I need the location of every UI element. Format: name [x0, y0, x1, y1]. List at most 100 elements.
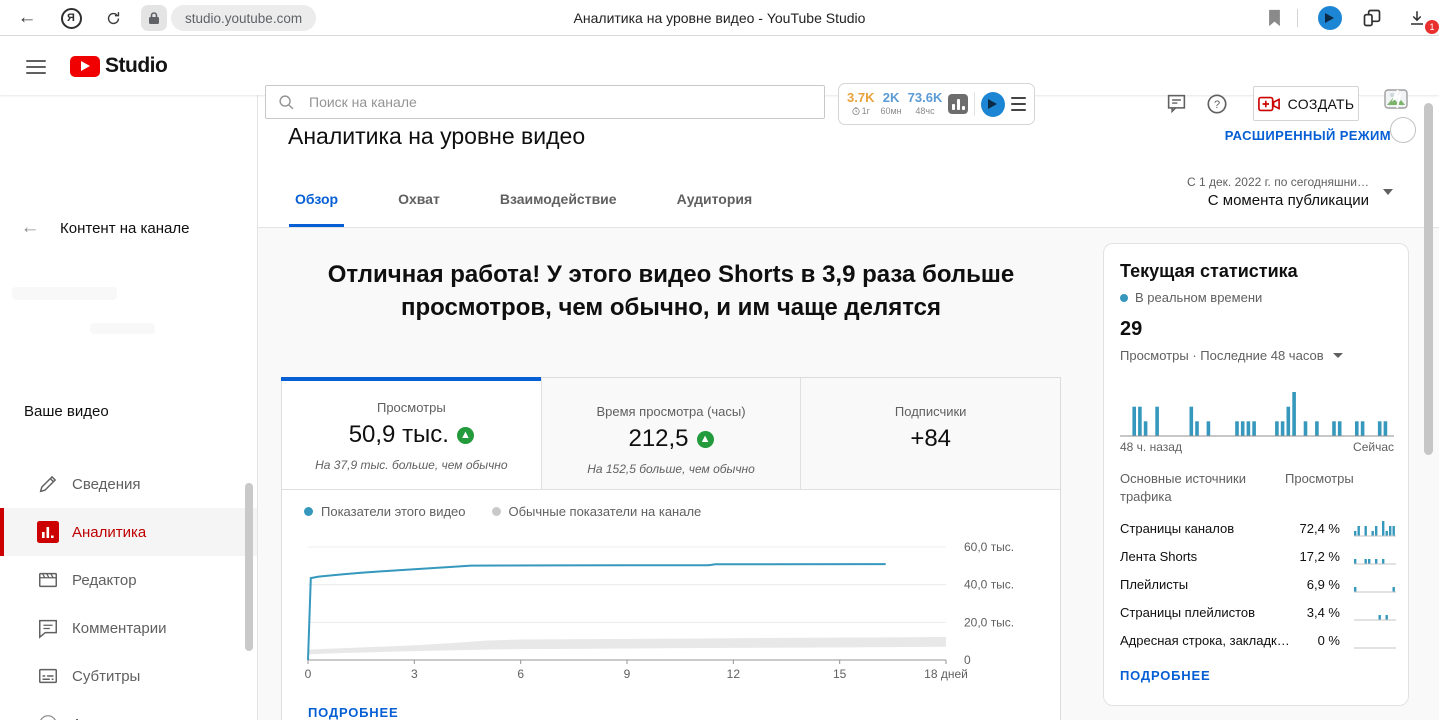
page-title: Аналитика на уровне видео: [288, 123, 585, 150]
back-arrow-icon[interactable]: ←: [0, 217, 60, 239]
see-more-link[interactable]: ПОДРОБНЕЕ: [308, 705, 398, 720]
traffic-header-left: Основные источники трафика: [1120, 470, 1285, 505]
help-button[interactable]: ?: [1206, 93, 1228, 120]
metric-value: 50,9 тыс.: [349, 421, 449, 449]
traffic-source-sparkline: [1354, 573, 1396, 595]
tab-0[interactable]: Обзор: [289, 185, 344, 227]
traffic-source-row-1[interactable]: Лента Shorts17,2 %: [1120, 542, 1396, 570]
yandex-browser-icon[interactable]: Я: [56, 0, 86, 36]
sidebar-back-row[interactable]: ← Контент на канале: [0, 213, 258, 243]
browser-toolbar: ← Я studio.youtube.com Аналитика на уров…: [0, 0, 1439, 36]
your-video-label: Ваше видео: [24, 403, 109, 420]
traffic-source-row-3[interactable]: Страницы плейлистов3,4 %: [1120, 598, 1396, 626]
stats-extension-widget[interactable]: 3.7K 1г 2K 60мн 73.6K 48чс: [838, 83, 1035, 125]
tabs-panel-button[interactable]: [1358, 0, 1386, 36]
browser-back-button[interactable]: ←: [12, 0, 42, 36]
sidebar-item-3[interactable]: Комментарии: [0, 604, 258, 652]
svg-text:0: 0: [964, 653, 971, 667]
sidebar-item-label: Сведения: [72, 476, 258, 493]
feedback-button[interactable]: [1166, 93, 1187, 119]
traffic-source-value: 17,2 %: [1288, 549, 1340, 564]
realtime-see-more-link[interactable]: ПОДРОБНЕЕ: [1120, 668, 1210, 683]
search-input[interactable]: [309, 94, 812, 110]
bookmark-button[interactable]: [1262, 0, 1286, 36]
up-arrow-icon: ▲: [457, 427, 474, 444]
metric-label: Подписчики: [895, 404, 967, 419]
sidebar-menu: Сведения Аналитика РедакторКомментарииСубт…: [0, 460, 258, 720]
svg-text:18 дней: 18 дней: [924, 667, 968, 681]
traffic-source-label: Страницы каналов: [1120, 521, 1288, 536]
ext-views-stat: 3.7K 1г: [847, 91, 874, 116]
traffic-source-label: Лента Shorts: [1120, 549, 1288, 564]
traffic-header-right: Просмотры: [1285, 470, 1354, 505]
realtime-views-value: 29: [1120, 318, 1142, 341]
ext-analytics-icon: [948, 94, 967, 114]
svg-text:3: 3: [411, 667, 418, 681]
tab-3[interactable]: Аудитория: [671, 185, 759, 227]
downloads-button[interactable]: 1: [1402, 0, 1432, 36]
metric-value: +84: [910, 425, 951, 453]
browser-profile-avatar[interactable]: [1316, 0, 1344, 36]
clapper-icon: [36, 568, 60, 592]
youtube-logo-icon: [70, 56, 100, 77]
profile-avatar-broken[interactable]: [1383, 86, 1409, 117]
sidebar-item-2[interactable]: Редактор: [0, 556, 258, 604]
date-range-sub: С 1 дек. 2022 г. по сегодняшни…: [1187, 175, 1369, 189]
toolbar-divider: [1297, 9, 1298, 27]
realtime-bar-chart[interactable]: [1120, 386, 1394, 442]
ext-mid-sub: 60мн: [880, 106, 901, 116]
traffic-source-row-0[interactable]: Страницы каналов72,4 %: [1120, 514, 1396, 542]
traffic-source-label: Плейлисты: [1120, 577, 1288, 592]
svg-text:12: 12: [727, 667, 741, 681]
insight-headline: Отличная работа! У этого видео Shorts в …: [281, 258, 1061, 324]
metric-delta: На 37,9 тыс. больше, чем обычно: [315, 458, 507, 472]
sidebar-item-0[interactable]: Сведения: [0, 460, 258, 508]
ext-menu-icon[interactable]: [1011, 97, 1026, 111]
chart-legend: Показатели этого видеоОбычные показатели…: [304, 504, 701, 519]
create-button[interactable]: СОЗДАТЬ: [1253, 86, 1359, 121]
sidebar-scrollbar[interactable]: [245, 483, 253, 651]
realtime-caption-text: Просмотры · Последние 48 часов: [1120, 348, 1324, 363]
traffic-source-sparkline: [1354, 545, 1396, 567]
advanced-mode-link[interactable]: РАСШИРЕННЫЙ РЕЖИМ: [1225, 128, 1391, 143]
tab-1[interactable]: Охват: [392, 185, 446, 227]
metric-strip: Просмотры50,9 тыс.▲На 37,9 тыс. больше, …: [282, 378, 1060, 490]
realtime-views-caption[interactable]: Просмотры · Последние 48 часов: [1120, 348, 1343, 363]
profile-ring: [1390, 117, 1416, 143]
subtitles-icon: [36, 664, 60, 688]
menu-button[interactable]: [26, 60, 46, 74]
svg-text:0: 0: [305, 667, 312, 681]
sidebar-item-label: Аналитика: [72, 524, 258, 541]
traffic-source-row-2[interactable]: Плейлисты6,9 %: [1120, 570, 1396, 598]
site-security-lock[interactable]: [141, 5, 167, 31]
views-line-chart[interactable]: 020,0 тыс.40,0 тыс.60,0 тыс.0369121518 д…: [301, 539, 1041, 697]
address-bar[interactable]: studio.youtube.com: [171, 5, 316, 31]
youtube-studio-window: ← Я studio.youtube.com Аналитика на уров…: [0, 0, 1439, 720]
realtime-axis-labels: 48 ч. назад Сейчас: [1120, 440, 1394, 454]
traffic-source-sparkline: [1354, 629, 1396, 651]
traffic-source-value: 0 %: [1288, 633, 1340, 648]
page-scrollbar[interactable]: [1424, 103, 1433, 455]
create-video-icon: [1258, 96, 1280, 112]
metric-cell-2[interactable]: Подписчики +84: [801, 378, 1060, 489]
date-range-picker[interactable]: С 1 дек. 2022 г. по сегодняшни… С момент…: [1187, 175, 1393, 209]
overview-card: Просмотры50,9 тыс.▲На 37,9 тыс. больше, …: [281, 377, 1061, 720]
studio-logo[interactable]: Studio: [70, 54, 167, 78]
ext-watch-sub: 48чс: [915, 106, 934, 116]
traffic-source-row-4[interactable]: Адресная строка, закладк…0 %: [1120, 626, 1396, 654]
legend-item-1: Обычные показатели на канале: [492, 504, 702, 519]
sidebar-item-1[interactable]: Аналитика: [0, 508, 258, 556]
browser-refresh-button[interactable]: [98, 0, 128, 36]
channel-search[interactable]: [265, 85, 825, 119]
metric-cell-0[interactable]: Просмотры50,9 тыс.▲На 37,9 тыс. больше, …: [282, 378, 542, 489]
ext-watch-stat: 73.6K 48чс: [908, 91, 943, 116]
studio-logo-text: Studio: [105, 54, 167, 78]
sidebar-item-5[interactable]: cАвторские права: [0, 700, 258, 720]
axis-right-label: Сейчас: [1353, 440, 1394, 454]
legend-dot-icon: [492, 507, 501, 516]
tab-2[interactable]: Взаимодействие: [494, 185, 623, 227]
sidebar-item-4[interactable]: Субтитры: [0, 652, 258, 700]
metric-cell-1[interactable]: Время просмотра (часы)212,5▲На 152,5 бол…: [542, 378, 802, 489]
pencil-icon: [36, 472, 60, 496]
bookmark-icon: [1267, 9, 1282, 27]
